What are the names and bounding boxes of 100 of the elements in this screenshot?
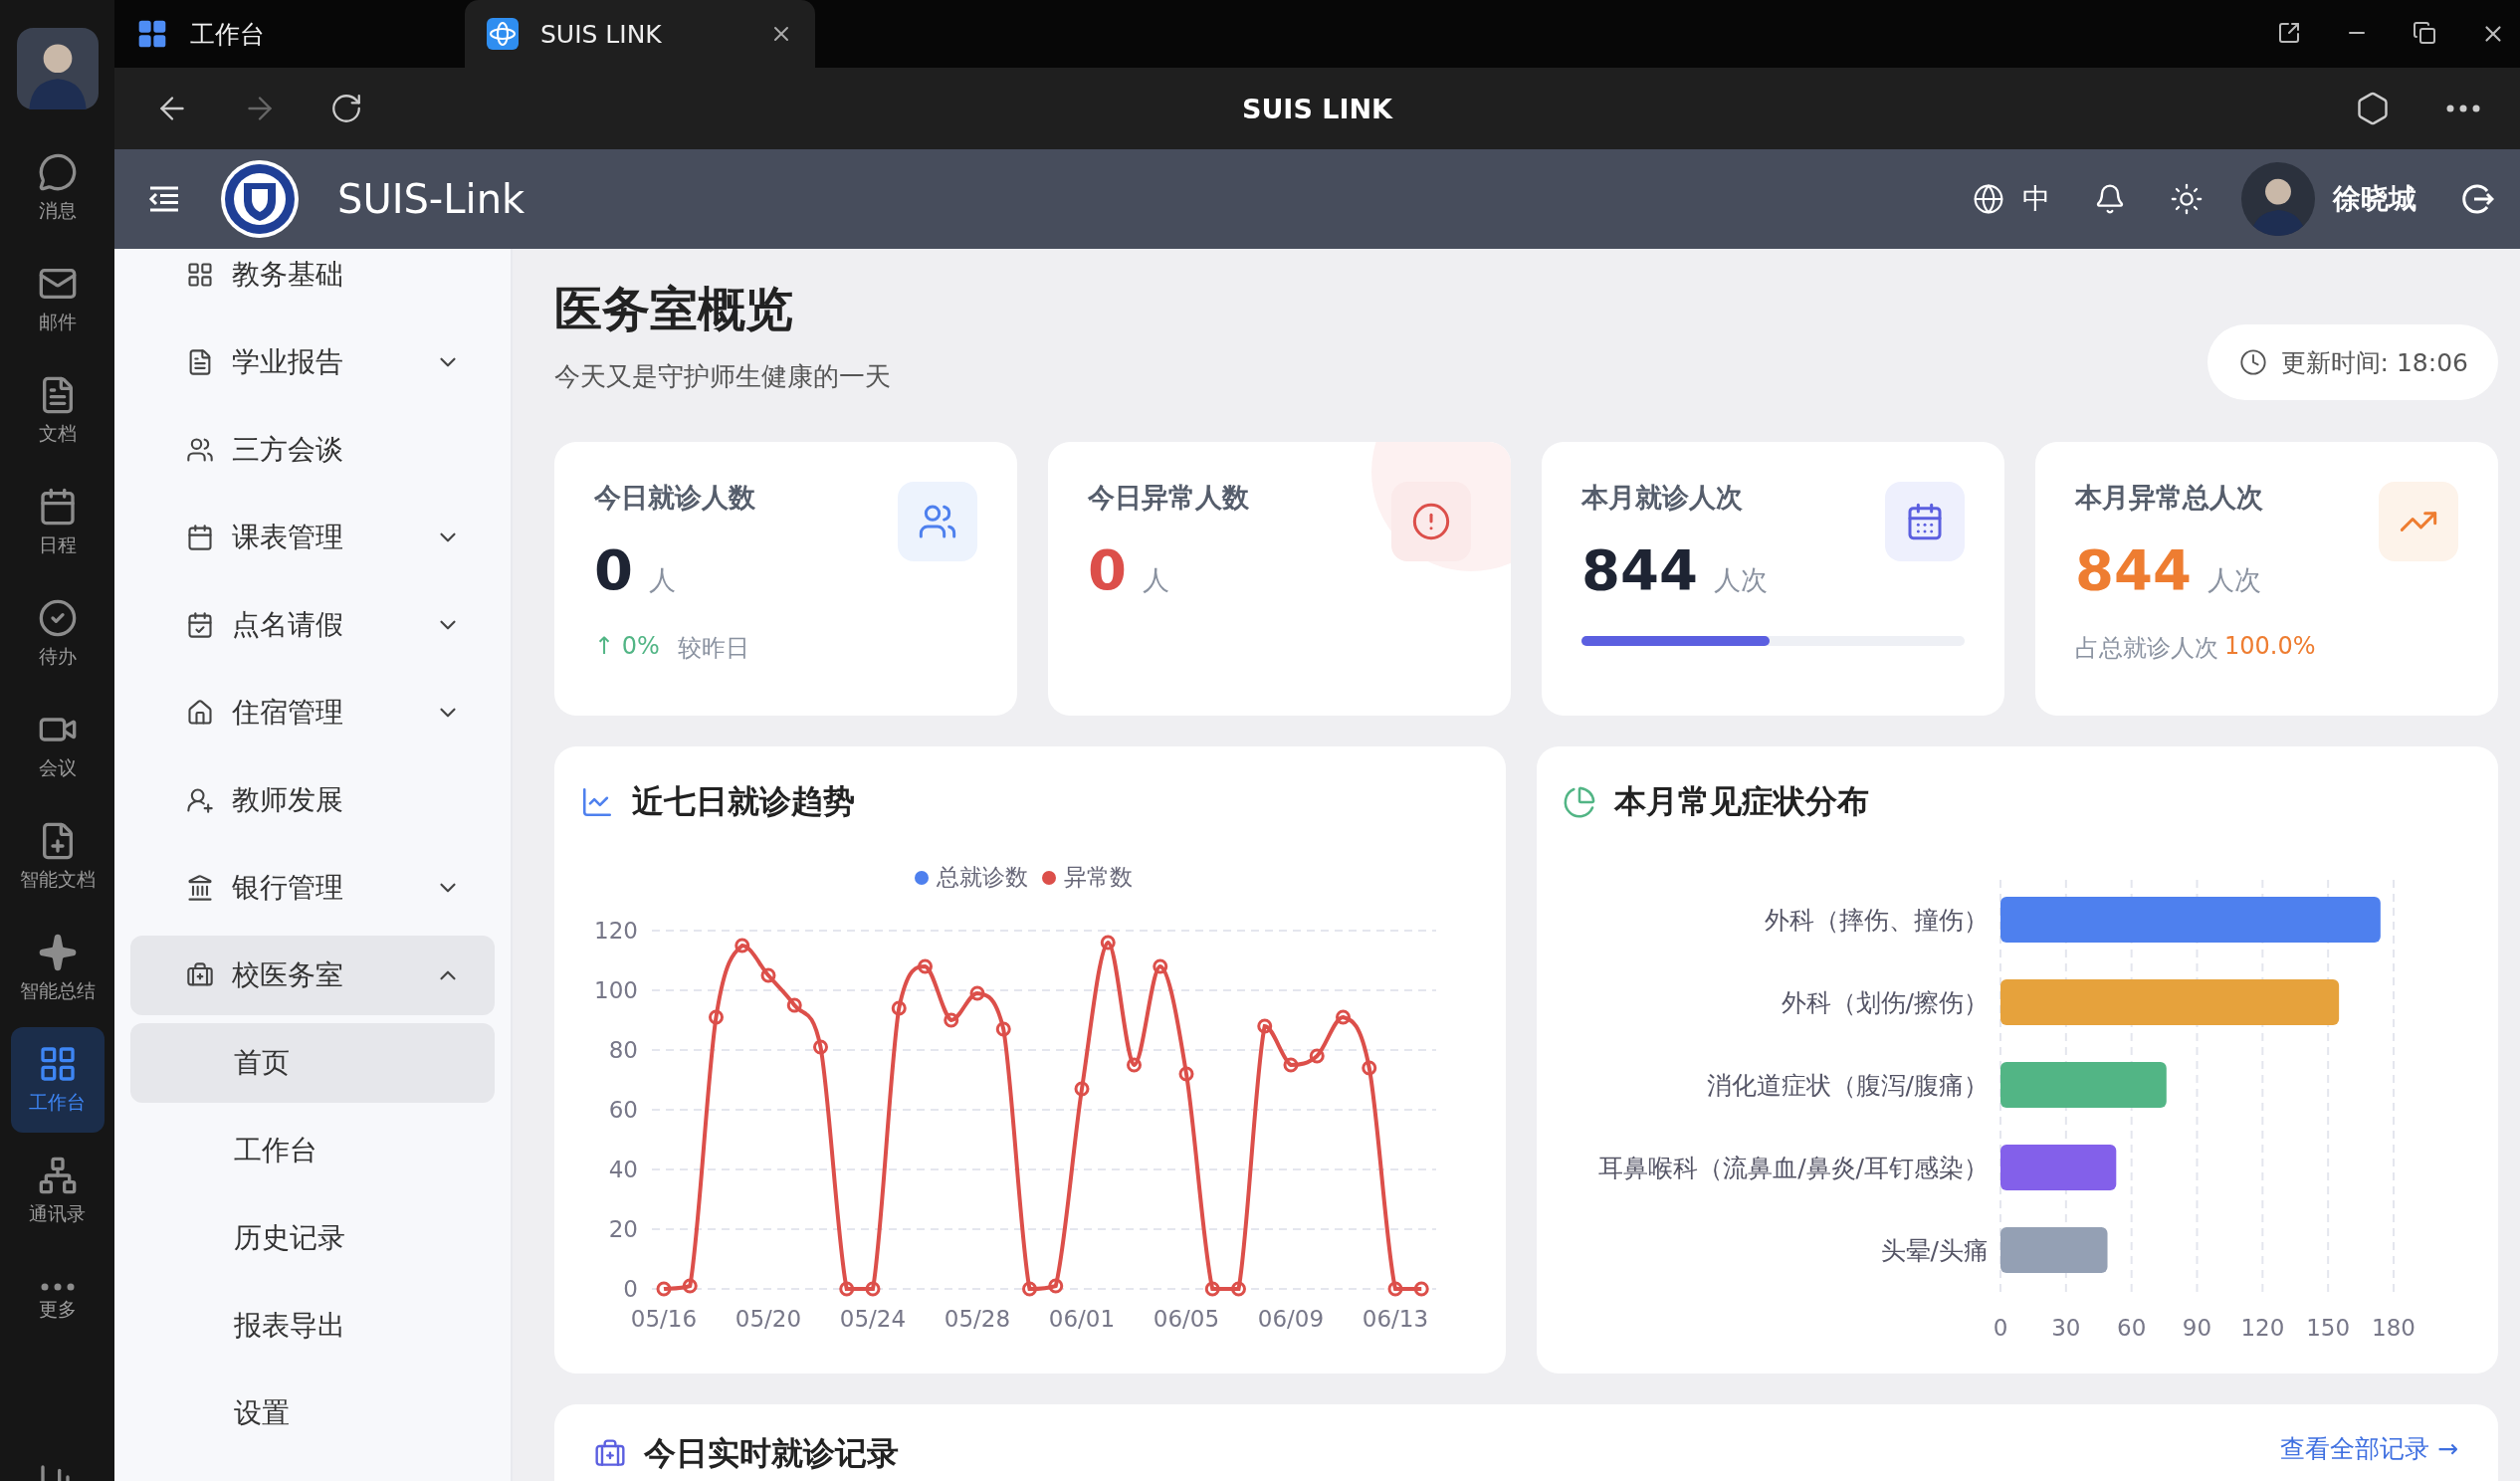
user-plus-icon [186,786,214,814]
page-subtitle: 今天又是守护师生健康的一天 [554,360,891,393]
sidebar-item[interactable]: 银行管理 [130,848,495,928]
data-point [735,938,750,953]
chart-title: 本月常见症状分布 [1614,781,1869,822]
globe-icon[interactable] [1973,183,2004,215]
pie-chart-icon [1563,785,1596,819]
page-heading: 医务室概览 [554,280,794,338]
grid-icon [136,18,168,50]
stat-title: 今日就诊人数 [594,481,756,515]
axis-label: 60 [2117,1315,2147,1341]
rail-item[interactable]: 更多 [10,1250,105,1356]
stat-unit: 人次 [2206,563,2261,597]
legend-label[interactable]: 异常数 [1063,862,1133,893]
settings-icon[interactable] [2355,91,2391,126]
data-point [944,1012,959,1028]
axis-label: 06/01 [1048,1306,1116,1332]
category-label: 外科（摔伤、撞伤） [1765,906,1989,935]
user-name[interactable]: 徐晓城 [2333,180,2416,218]
rail-item[interactable]: 智能总结 [10,916,105,1021]
axis-label: 20 [608,1216,638,1242]
rail-item[interactable]: 智能文档 [10,804,105,910]
axis-label: 150 [2306,1315,2351,1341]
sparkle-icon [37,933,78,972]
sidebar-item[interactable]: 点名请假 [130,585,495,665]
brand-name: SUIS-Link [337,176,525,222]
rail-item[interactable]: 消息 [10,135,105,241]
rail-item[interactable]: 工作台 [10,1027,105,1133]
card-title: 今日实时就诊记录 [644,1433,899,1474]
stat-title: 本月异常总人次 [2075,481,2264,515]
data-point [969,985,985,1001]
data-point [1074,1081,1090,1097]
rail-item[interactable]: 待办 [10,581,105,687]
bell-icon[interactable] [2094,183,2126,215]
sidebar-item[interactable]: 教务基础 [130,249,495,315]
clock-icon [2238,348,2267,376]
stat-unit: 人 [1142,563,1169,597]
window-tab[interactable]: 工作台 [114,0,465,68]
chart-title: 近七日就诊趋势 [632,781,855,822]
update-time: 更新时间: 18:06 [2280,346,2468,379]
app-icon [487,18,519,50]
submenu-item[interactable]: 设置 [130,1374,495,1453]
axis-label: 05/28 [944,1306,1011,1332]
axis-label: 30 [2051,1315,2081,1341]
sidebar-item[interactable]: 学业报告 [130,322,495,402]
axis-label: 05/20 [735,1306,802,1332]
sidebar-item[interactable]: 教师发展 [130,760,495,840]
stat-title: 今日异常人数 [1088,481,1250,515]
rail-item[interactable]: 日程 [10,470,105,575]
more-icon[interactable] [2446,105,2480,112]
stat-value: 844 [2075,537,2192,602]
data-point [1022,1281,1037,1297]
sidebar-item[interactable]: 校医务室 [130,936,495,1015]
change-note: 较昨日 [677,633,749,664]
submenu-item[interactable]: 工作台 [130,1111,495,1190]
rail-item[interactable]: 邮件 [10,247,105,352]
stat-value: 844 [1581,537,1698,602]
rail-item[interactable]: 会议 [10,693,105,798]
sidebar-item[interactable]: 课表管理 [130,498,495,577]
more-icon[interactable] [40,1283,75,1291]
check-icon [37,598,78,638]
users-icon [186,436,214,464]
menu-icon[interactable] [148,185,180,213]
restore-icon[interactable] [2413,21,2436,45]
submenu-item[interactable]: 历史记录 [130,1198,495,1278]
data-point [813,1039,828,1055]
stat-value: 0 [594,537,633,602]
sun-icon[interactable] [2170,182,2204,216]
avatar[interactable] [16,28,99,109]
submenu-item[interactable]: 首页 [130,1023,495,1103]
data-point [839,1281,855,1297]
language-toggle[interactable]: 中 [2022,180,2050,218]
calendar-check-icon [186,611,214,639]
sidebar-item[interactable]: 三方会谈 [130,410,495,490]
category-label: 头晕/头痛 [1880,1236,1989,1265]
axis-label: 06/13 [1362,1306,1429,1332]
house-icon [186,699,214,727]
data-point [918,958,933,974]
submenu-item[interactable]: 报表导出 [130,1286,495,1366]
data-point [1387,1281,1403,1297]
reload-icon[interactable] [329,92,363,125]
data-point [656,1281,672,1297]
data-point [1283,1057,1299,1073]
data-point [760,967,776,983]
category-label: 耳鼻喉科（流鼻血/鼻炎/耳钉感染） [1598,1154,1989,1182]
legend-label[interactable]: 总就诊数 [936,862,1028,893]
window-tab[interactable]: SUIS LINK [465,0,815,68]
data-point [709,1009,724,1025]
popout-icon[interactable] [2277,21,2301,45]
rail-item[interactable]: 文档 [10,358,105,464]
rail-item[interactable]: 通讯录 [10,1139,105,1244]
axis-label: 05/24 [839,1306,907,1332]
view-all-link[interactable]: 查看全部记录 → [2280,1432,2458,1465]
category-label: 外科（划伤/擦伤） [1781,988,1989,1017]
sidebar-item[interactable]: 住宿管理 [130,673,495,752]
axis-label: 40 [608,1157,638,1182]
axis-label: 06/05 [1153,1306,1220,1332]
logout-icon[interactable] [2460,182,2494,216]
users-icon [898,482,977,561]
page-title: SUIS LINK [1242,93,1392,124]
